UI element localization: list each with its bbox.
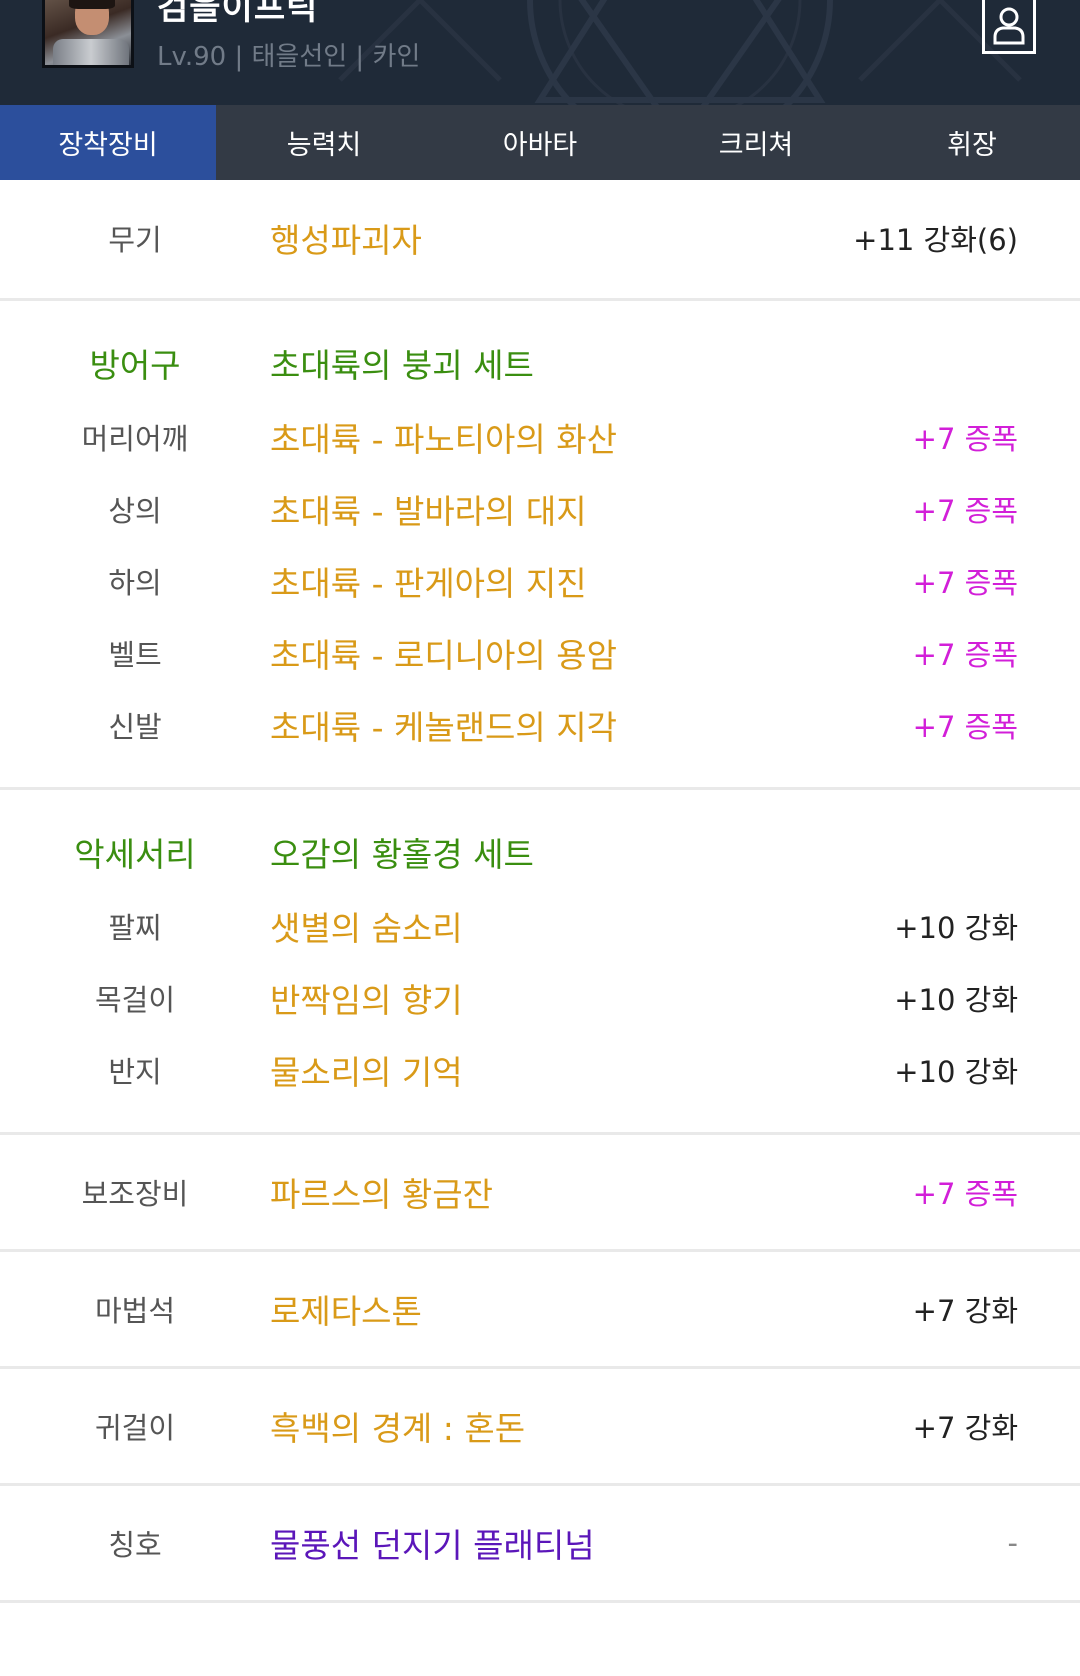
weapon-row[interactable]: 무기 행성파괴자 +11 강화(6) <box>0 202 1080 274</box>
sub-equipment-section: 보조장비 파르스의 황금잔 +7 증폭 <box>0 1135 1080 1252</box>
item-name: 반짝임의 향기 <box>270 981 463 1020</box>
accessory-set-row[interactable]: 악세서리 오감의 황홀경 세트 <box>0 814 1080 890</box>
slot-label: 하의 <box>108 566 162 600</box>
slot-label: 목걸이 <box>94 983 176 1017</box>
slot-label: 신발 <box>108 710 162 744</box>
slot-label: 상의 <box>108 494 162 528</box>
set-name: 초대륙의 붕괴 세트 <box>270 346 534 385</box>
slot-label: 반지 <box>108 1055 162 1089</box>
item-name: 초대륙 - 파노티아의 화산 <box>270 420 617 459</box>
sub-equipment-row[interactable]: 보조장비 파르스의 황금잔 +7 증폭 <box>0 1156 1080 1228</box>
accessory-row-bracelet[interactable]: 팔찌 샛별의 숨소리 +10 강화 <box>0 890 1080 962</box>
group-label: 악세서리 <box>74 835 196 874</box>
upgrade-level: +7 증폭 <box>912 566 1018 600</box>
slot-label: 보조장비 <box>81 1177 189 1211</box>
slot-label: 무기 <box>108 223 162 257</box>
user-icon <box>993 7 1025 45</box>
item-name: 흑백의 경계 : 혼돈 <box>270 1409 526 1448</box>
profile-button[interactable] <box>982 0 1036 54</box>
slot-label: 머리어깨 <box>81 422 189 456</box>
character-name: 검을이프릭 <box>157 0 319 28</box>
upgrade-level: +7 증폭 <box>912 710 1018 744</box>
armor-row-belt[interactable]: 벨트 초대륙 - 로디니아의 용암 +7 증폭 <box>0 617 1080 689</box>
set-name: 오감의 황홀경 세트 <box>270 835 534 874</box>
tab-stats[interactable]: 능력치 <box>216 105 432 180</box>
slot-label: 마법석 <box>94 1294 176 1328</box>
character-avatar <box>42 0 134 68</box>
armor-row-top[interactable]: 상의 초대륙 - 발바라의 대지 +7 증폭 <box>0 473 1080 545</box>
item-name: 행성파괴자 <box>270 221 422 260</box>
character-header: 검을이프릭 Lv.90 | 태을선인 | 카인 <box>0 0 1080 105</box>
tab-creature[interactable]: 크리쳐 <box>648 105 864 180</box>
tab-emblem[interactable]: 휘장 <box>864 105 1080 180</box>
upgrade-level: +7 강화 <box>912 1294 1018 1328</box>
accessory-row-ring[interactable]: 반지 물소리의 기억 +10 강화 <box>0 1034 1080 1106</box>
slot-label: 귀걸이 <box>94 1411 176 1445</box>
earring-section: 귀걸이 흑백의 경계 : 혼돈 +7 강화 <box>0 1369 1080 1486</box>
armor-set-row[interactable]: 방어구 초대륙의 붕괴 세트 <box>0 325 1080 401</box>
group-label: 방어구 <box>89 346 181 385</box>
accessory-row-necklace[interactable]: 목걸이 반짝임의 향기 +10 강화 <box>0 962 1080 1034</box>
title-section: 칭호 물풍선 던지기 플래티넘 - <box>0 1486 1080 1603</box>
item-name: 초대륙 - 판게아의 지진 <box>270 564 587 603</box>
character-info: Lv.90 | 태을선인 | 카인 <box>157 42 421 72</box>
upgrade-level: +10 강화 <box>894 983 1018 1017</box>
accessory-section: 악세서리 오감의 황홀경 세트 팔찌 샛별의 숨소리 +10 강화 목걸이 반짝… <box>0 790 1080 1135</box>
item-name: 물풍선 던지기 플래티넘 <box>270 1526 595 1565</box>
upgrade-level: +10 강화 <box>894 911 1018 945</box>
slot-label: 벨트 <box>108 638 162 672</box>
magic-stone-row[interactable]: 마법석 로제타스톤 +7 강화 <box>0 1273 1080 1345</box>
item-name: 샛별의 숨소리 <box>270 909 463 948</box>
item-name: 초대륙 - 발바라의 대지 <box>270 492 587 531</box>
earring-row[interactable]: 귀걸이 흑백의 경계 : 혼돈 +7 강화 <box>0 1390 1080 1462</box>
armor-row-shoes[interactable]: 신발 초대륙 - 케놀랜드의 지각 +7 증폭 <box>0 689 1080 761</box>
upgrade-level: +11 강화(6) <box>853 223 1018 257</box>
slot-label: 칭호 <box>108 1528 162 1562</box>
item-name: 로제타스톤 <box>270 1292 422 1331</box>
item-name: 초대륙 - 케놀랜드의 지각 <box>270 708 617 747</box>
equipment-tab-bar: 장착장비 능력치 아바타 크리쳐 휘장 <box>0 105 1080 180</box>
upgrade-level: +7 증폭 <box>912 494 1018 528</box>
item-name: 물소리의 기억 <box>270 1053 463 1092</box>
item-name: 파르스의 황금잔 <box>270 1175 494 1214</box>
upgrade-level: +7 증폭 <box>912 638 1018 672</box>
upgrade-level: +7 증폭 <box>912 1177 1018 1211</box>
item-name: 초대륙 - 로디니아의 용암 <box>270 636 617 675</box>
title-row[interactable]: 칭호 물풍선 던지기 플래티넘 - <box>0 1507 1080 1579</box>
armor-section: 방어구 초대륙의 붕괴 세트 머리어깨 초대륙 - 파노티아의 화산 +7 증폭… <box>0 301 1080 790</box>
weapon-section: 무기 행성파괴자 +11 강화(6) <box>0 180 1080 301</box>
magic-stone-section: 마법석 로제타스톤 +7 강화 <box>0 1252 1080 1369</box>
upgrade-level: +7 증폭 <box>912 422 1018 456</box>
tab-avatar[interactable]: 아바타 <box>432 105 648 180</box>
armor-row-head-shoulder[interactable]: 머리어깨 초대륙 - 파노티아의 화산 +7 증폭 <box>0 401 1080 473</box>
upgrade-level: +10 강화 <box>894 1055 1018 1089</box>
armor-row-bottom[interactable]: 하의 초대륙 - 판게아의 지진 +7 증폭 <box>0 545 1080 617</box>
slot-label: 팔찌 <box>108 911 162 945</box>
upgrade-level: +7 강화 <box>912 1411 1018 1445</box>
tab-equipped[interactable]: 장착장비 <box>0 105 216 180</box>
upgrade-level: - <box>1007 1526 1018 1560</box>
